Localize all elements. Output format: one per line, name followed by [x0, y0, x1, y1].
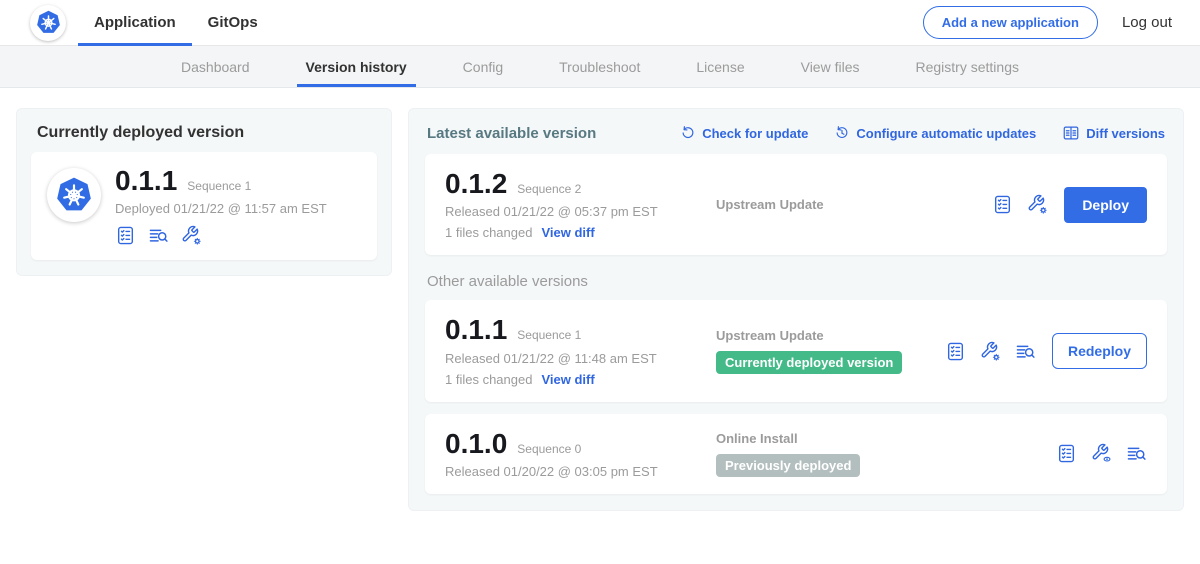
source-label: Online Install: [716, 431, 1056, 446]
currently-deployed-badge: Currently deployed version: [716, 351, 902, 374]
version-source: Upstream Update Currently deployed versi…: [696, 328, 945, 374]
versions-panel-header: Latest available version Check for updat…: [427, 124, 1165, 142]
version-number: 0.1.0: [445, 429, 507, 458]
tab-gitops[interactable]: GitOps: [192, 0, 274, 45]
configure-automatic-updates-link[interactable]: Configure automatic updates: [834, 125, 1036, 141]
preflight-checks-icon[interactable]: [945, 341, 966, 362]
view-diff-link[interactable]: View diff: [541, 225, 594, 240]
deployed-version-number: 0.1.1: [115, 166, 177, 195]
top-header: Application GitOps Add a new application…: [0, 0, 1200, 46]
edit-config-icon[interactable]: [181, 225, 202, 246]
diff-versions-link[interactable]: Diff versions: [1062, 124, 1165, 142]
view-logs-icon[interactable]: [1126, 443, 1147, 464]
subnav-registry-settings[interactable]: Registry settings: [907, 46, 1028, 87]
files-changed-label: 1 files changed: [445, 225, 532, 240]
version-info: 0.1.1 Sequence 1 Released 01/21/22 @ 11:…: [445, 315, 696, 386]
version-card-actions: Deploy: [992, 187, 1147, 223]
source-label: Upstream Update: [716, 197, 992, 212]
version-source: Upstream Update: [696, 197, 992, 212]
app-kubernetes-logo-icon: [47, 168, 101, 222]
view-diff-link[interactable]: View diff: [541, 372, 594, 387]
other-available-versions-title: Other available versions: [427, 273, 1165, 290]
currently-deployed-title: Currently deployed version: [37, 124, 371, 142]
view-logs-icon[interactable]: [148, 225, 169, 246]
subnav-config[interactable]: Config: [454, 46, 512, 87]
previously-deployed-badge: Previously deployed: [716, 454, 860, 477]
preflight-checks-icon[interactable]: [992, 194, 1013, 215]
version-card-0-1-1: 0.1.1 Sequence 1 Released 01/21/22 @ 11:…: [425, 300, 1167, 401]
version-number: 0.1.1: [445, 315, 507, 344]
redeploy-button[interactable]: Redeploy: [1052, 333, 1147, 369]
deployed-sequence-label: Sequence 1: [187, 179, 251, 193]
subnav-version-history[interactable]: Version history: [297, 46, 416, 87]
deployed-card-body: 0.1.1 Sequence 1 Deployed 01/21/22 @ 11:…: [115, 166, 327, 246]
sequence-label: Sequence 1: [517, 328, 581, 342]
version-card-0-1-0: 0.1.0 Sequence 0 Released 01/20/22 @ 03:…: [425, 414, 1167, 494]
subnav-view-files[interactable]: View files: [792, 46, 869, 87]
edit-config-icon[interactable]: [980, 341, 1001, 362]
refresh-icon: [680, 125, 696, 141]
deployed-actions: [115, 225, 327, 246]
configure-automatic-updates-label: Configure automatic updates: [856, 126, 1036, 141]
add-new-application-button[interactable]: Add a new application: [923, 6, 1098, 39]
auto-update-icon: [834, 125, 850, 141]
currently-deployed-card: 0.1.1 Sequence 1 Deployed 01/21/22 @ 11:…: [31, 152, 377, 260]
version-card-actions: Redeploy: [945, 333, 1147, 369]
released-timestamp: Released 01/21/22 @ 11:48 am EST: [445, 351, 696, 366]
source-label: Upstream Update: [716, 328, 945, 343]
released-timestamp: Released 01/21/22 @ 05:37 pm EST: [445, 204, 696, 219]
currently-deployed-panel: Currently deployed version 0.1.1 Sequenc…: [16, 108, 392, 276]
files-changed-label: 1 files changed: [445, 372, 532, 387]
version-actions: Check for update Configure automatic upd…: [680, 124, 1165, 142]
subnav-license[interactable]: License: [687, 46, 753, 87]
deploy-button[interactable]: Deploy: [1064, 187, 1147, 223]
view-config-icon[interactable]: [1091, 443, 1112, 464]
logout-button[interactable]: Log out: [1122, 14, 1172, 31]
tab-application[interactable]: Application: [78, 0, 192, 45]
version-number: 0.1.2: [445, 169, 507, 198]
sequence-label: Sequence 2: [517, 182, 581, 196]
released-timestamp: Released 01/20/22 @ 03:05 pm EST: [445, 464, 696, 479]
check-for-update-label: Check for update: [702, 126, 808, 141]
diff-versions-icon: [1062, 124, 1080, 142]
latest-available-title: Latest available version: [427, 125, 596, 142]
app-subnav: Dashboard Version history Config Trouble…: [0, 46, 1200, 88]
main-content: Currently deployed version 0.1.1 Sequenc…: [0, 88, 1200, 511]
header-right: Add a new application Log out: [923, 0, 1200, 45]
version-card-0-1-2: 0.1.2 Sequence 2 Released 01/21/22 @ 05:…: [425, 154, 1167, 255]
preflight-checks-icon[interactable]: [1056, 443, 1077, 464]
version-info: 0.1.0 Sequence 0 Released 01/20/22 @ 03:…: [445, 429, 696, 479]
diff-versions-label: Diff versions: [1086, 126, 1165, 141]
view-logs-icon[interactable]: [1015, 341, 1036, 362]
app-tabs: Application GitOps: [78, 0, 274, 45]
kubernetes-logo-icon: [30, 5, 66, 41]
version-source: Online Install Previously deployed: [696, 431, 1056, 477]
preflight-checks-icon[interactable]: [115, 225, 136, 246]
edit-config-icon[interactable]: [1027, 194, 1048, 215]
subnav-troubleshoot[interactable]: Troubleshoot: [550, 46, 649, 87]
version-info: 0.1.2 Sequence 2 Released 01/21/22 @ 05:…: [445, 169, 696, 240]
versions-panel: Latest available version Check for updat…: [408, 108, 1184, 511]
sequence-label: Sequence 0: [517, 442, 581, 456]
version-card-actions: [1056, 443, 1147, 464]
check-for-update-link[interactable]: Check for update: [680, 125, 808, 141]
deployed-timestamp: Deployed 01/21/22 @ 11:57 am EST: [115, 201, 327, 216]
subnav-dashboard[interactable]: Dashboard: [172, 46, 259, 87]
